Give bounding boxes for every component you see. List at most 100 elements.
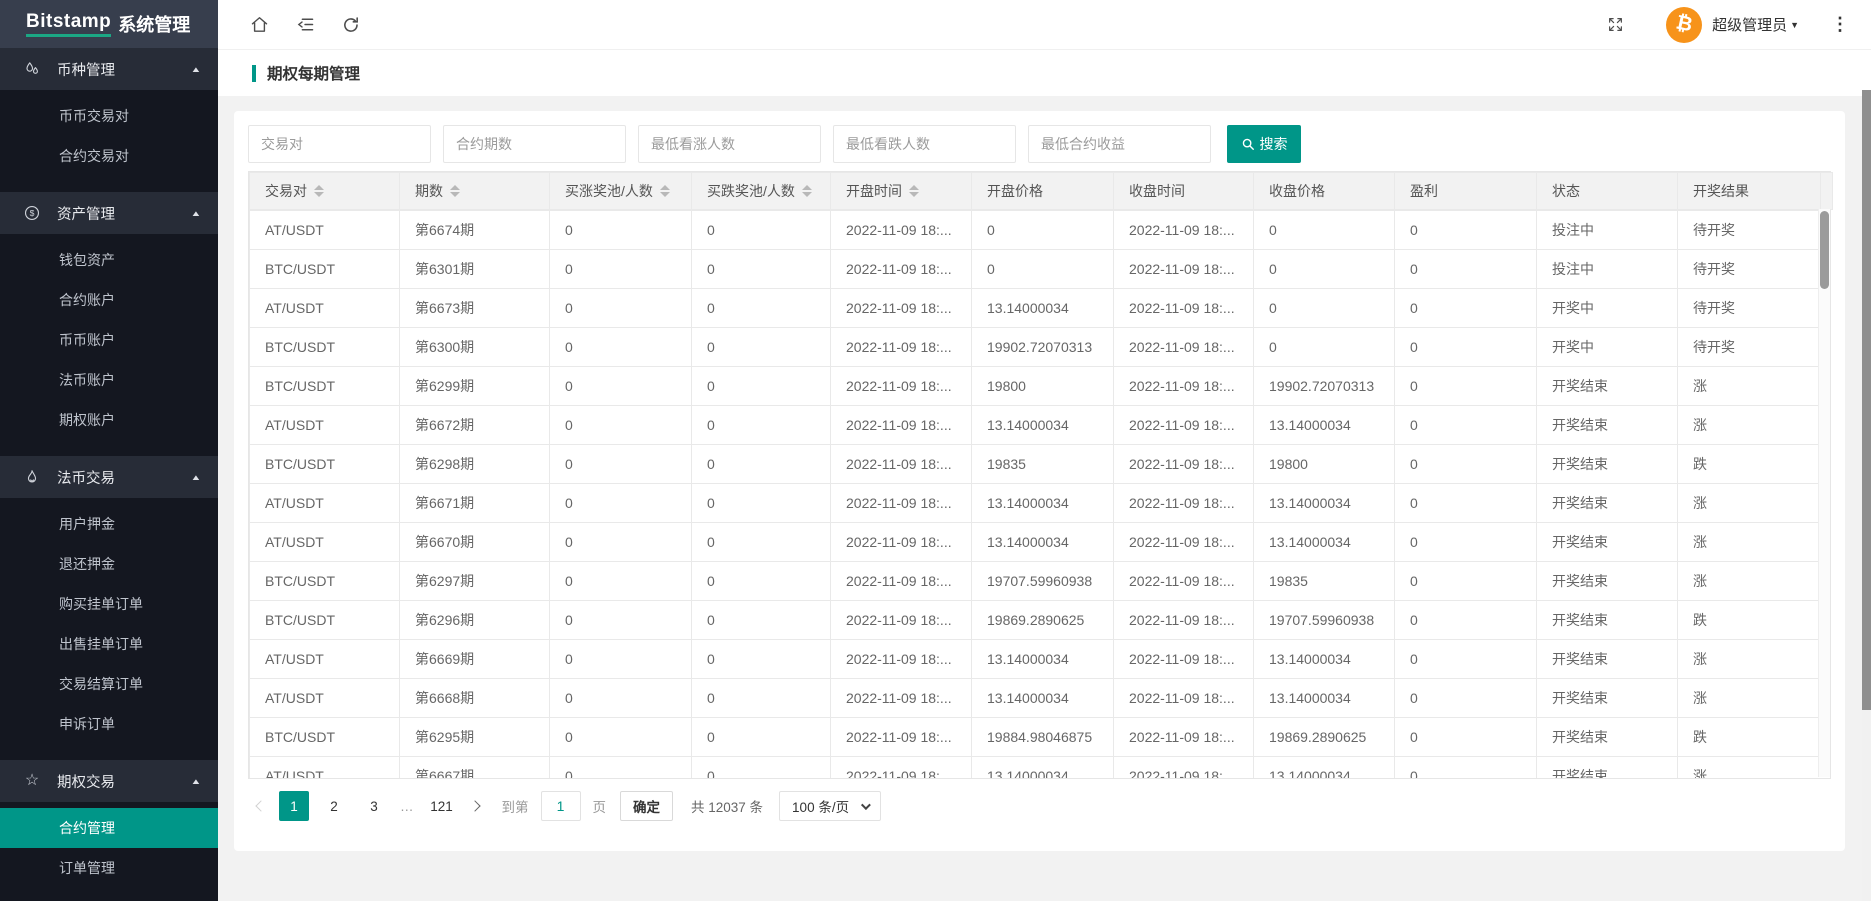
sidebar-item[interactable]: 法币账户 bbox=[0, 360, 218, 400]
column-header[interactable]: 开盘时间 bbox=[831, 173, 972, 210]
column-header[interactable]: 买涨奖池/人数 bbox=[550, 173, 692, 210]
page-scrollbar-track[interactable] bbox=[1862, 90, 1871, 901]
pagination-page[interactable]: 121 bbox=[427, 791, 457, 821]
column-header[interactable]: 交易对 bbox=[250, 173, 400, 210]
table-cell: 第6299期 bbox=[400, 367, 550, 406]
pagination-page[interactable]: 1 bbox=[279, 791, 309, 821]
table-cell: 19869.2890625 bbox=[1254, 718, 1395, 757]
refresh-icon[interactable] bbox=[332, 6, 370, 44]
sidebar-item[interactable]: 申诉订单 bbox=[0, 704, 218, 744]
sidebar-section-header[interactable]: ☆期权交易▲ bbox=[0, 760, 218, 802]
sidebar-section-header[interactable]: $资产管理▲ bbox=[0, 192, 218, 234]
table-cell: 13.14000034 bbox=[1254, 484, 1395, 523]
table-cell: 13.14000034 bbox=[1254, 679, 1395, 718]
sidebar-item[interactable]: 合约账户 bbox=[0, 280, 218, 320]
filter-min-long-users-input[interactable] bbox=[638, 125, 821, 163]
user-menu[interactable]: 超级管理员 ▼ bbox=[1712, 14, 1799, 35]
table-cell: BTC/USDT bbox=[250, 718, 400, 757]
sidebar-item[interactable]: 期权账户 bbox=[0, 400, 218, 440]
table-cell: 13.14000034 bbox=[972, 757, 1114, 779]
table-row: BTC/USDT第6295期002022-11-09 18:...19884.9… bbox=[250, 718, 1821, 757]
jump-page-input[interactable] bbox=[541, 791, 581, 821]
sidebar-item[interactable]: 币币交易对 bbox=[0, 96, 218, 136]
page-title: 期权每期管理 bbox=[267, 62, 360, 84]
table-cell: 2022-11-09 18:... bbox=[1114, 328, 1254, 367]
table-cell: 2022-11-09 18:... bbox=[1114, 757, 1254, 779]
sidebar-item[interactable]: 交易结算订单 bbox=[0, 664, 218, 704]
collapse-menu-icon[interactable] bbox=[286, 6, 324, 44]
sidebar-item[interactable]: 出售挂单订单 bbox=[0, 624, 218, 664]
column-header: 盈利 bbox=[1395, 173, 1537, 210]
user-avatar-bitcoin-icon[interactable]: ₿ bbox=[1666, 7, 1702, 43]
table-cell: 开奖结束 bbox=[1537, 562, 1678, 601]
filter-min-profit-input[interactable] bbox=[1028, 125, 1211, 163]
sort-icon[interactable] bbox=[802, 185, 812, 197]
page-scrollbar-thumb[interactable] bbox=[1862, 90, 1871, 710]
home-icon[interactable] bbox=[240, 6, 278, 44]
table-cell: 2022-11-09 18:... bbox=[831, 250, 972, 289]
table-cell: 第6669期 bbox=[400, 640, 550, 679]
sort-icon[interactable] bbox=[450, 185, 460, 197]
more-menu-icon[interactable]: ⋮ bbox=[1825, 14, 1855, 35]
table-scrollbar-track[interactable] bbox=[1818, 209, 1830, 777]
droplets-icon bbox=[22, 59, 42, 79]
user-name: 超级管理员 bbox=[1712, 14, 1787, 35]
sidebar-section-label: 币种管理 bbox=[57, 59, 115, 80]
table-cell: 0 bbox=[692, 679, 831, 718]
table-row: AT/USDT第6673期002022-11-09 18:...13.14000… bbox=[250, 289, 1821, 328]
table-cell: 开奖结束 bbox=[1537, 601, 1678, 640]
table-cell: 第6300期 bbox=[400, 328, 550, 367]
table-cell: 第6295期 bbox=[400, 718, 550, 757]
sidebar-item[interactable]: 退还押金 bbox=[0, 544, 218, 584]
confirm-jump-button[interactable]: 确定 bbox=[620, 791, 673, 821]
table-cell: 2022-11-09 18:... bbox=[1114, 679, 1254, 718]
sidebar-section-header[interactable]: 币种管理▲ bbox=[0, 48, 218, 90]
search-button[interactable]: 搜索 bbox=[1227, 125, 1301, 163]
sort-icon[interactable] bbox=[660, 185, 670, 197]
table-cell: 开奖结束 bbox=[1537, 640, 1678, 679]
table-cell: 2022-11-09 18:... bbox=[1114, 718, 1254, 757]
sidebar-item[interactable]: 钱包资产 bbox=[0, 240, 218, 280]
table-scrollbar-thumb[interactable] bbox=[1820, 211, 1829, 289]
table-cell: 13.14000034 bbox=[1254, 757, 1395, 779]
table-cell: 0 bbox=[1395, 484, 1537, 523]
table-cell: 第6301期 bbox=[400, 250, 550, 289]
table-cell: 0 bbox=[1395, 406, 1537, 445]
sidebar-submenu: 币币交易对合约交易对 bbox=[0, 90, 218, 192]
sidebar-item[interactable]: 用户押金 bbox=[0, 504, 218, 544]
table-row: AT/USDT第6667期002022-11-09 18:...13.14000… bbox=[250, 757, 1821, 779]
column-label: 开盘价格 bbox=[987, 181, 1043, 201]
prev-page-button[interactable] bbox=[248, 791, 274, 821]
sidebar-item[interactable]: 购买挂单订单 bbox=[0, 584, 218, 624]
sort-icon[interactable] bbox=[314, 185, 324, 197]
table-cell: 开奖中 bbox=[1537, 289, 1678, 328]
fullscreen-icon[interactable] bbox=[1596, 6, 1634, 44]
sidebar-item[interactable]: 合约交易对 bbox=[0, 136, 218, 176]
table-cell: 2022-11-09 18:... bbox=[831, 757, 972, 779]
table-cell: 0 bbox=[972, 211, 1114, 250]
page-size-select[interactable]: 100 条/页 bbox=[779, 791, 881, 821]
table-row: AT/USDT第6668期002022-11-09 18:...13.14000… bbox=[250, 679, 1821, 718]
table-cell: 开奖结束 bbox=[1537, 406, 1678, 445]
table-cell: 0 bbox=[692, 601, 831, 640]
column-label: 收盘价格 bbox=[1269, 181, 1325, 201]
sidebar-item[interactable]: 币币账户 bbox=[0, 320, 218, 360]
table-cell: 涨 bbox=[1678, 367, 1821, 406]
sidebar-section-header[interactable]: 法币交易▲ bbox=[0, 456, 218, 498]
column-label: 期数 bbox=[415, 181, 443, 201]
table-cell: 19902.72070313 bbox=[972, 328, 1114, 367]
sidebar-item[interactable]: 合约管理 bbox=[0, 808, 218, 848]
chevron-up-icon: ▲ bbox=[190, 209, 201, 218]
column-header[interactable]: 期数 bbox=[400, 173, 550, 210]
column-header[interactable]: 买跌奖池/人数 bbox=[692, 173, 831, 210]
filter-trading-pair-input[interactable] bbox=[248, 125, 431, 163]
sidebar-item[interactable]: 订单管理 bbox=[0, 848, 218, 888]
pagination-page[interactable]: 3 bbox=[359, 791, 389, 821]
next-page-button[interactable] bbox=[462, 791, 488, 821]
filter-contract-period-input[interactable] bbox=[443, 125, 626, 163]
filter-min-short-users-input[interactable] bbox=[833, 125, 1016, 163]
table-cell: 涨 bbox=[1678, 640, 1821, 679]
sort-icon[interactable] bbox=[909, 185, 919, 197]
table-row: BTC/USDT第6299期002022-11-09 18:...1980020… bbox=[250, 367, 1821, 406]
pagination-page[interactable]: 2 bbox=[319, 791, 349, 821]
